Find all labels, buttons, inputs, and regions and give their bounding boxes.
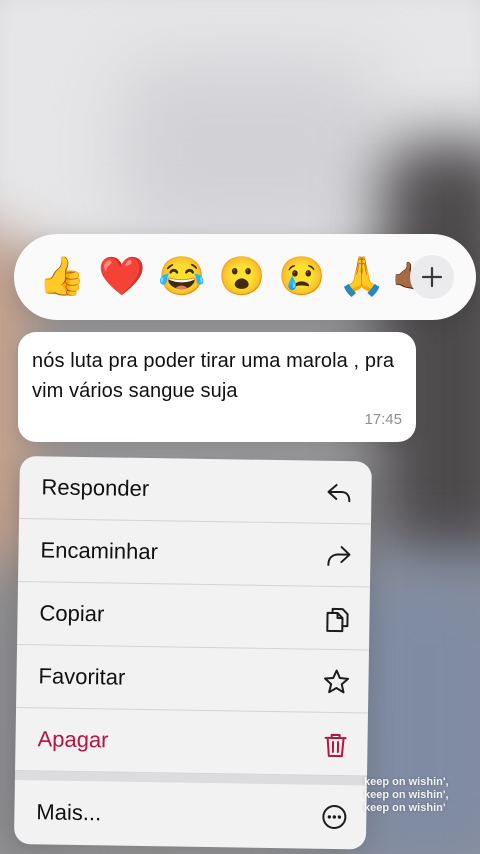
message-time: 17:45 <box>364 411 402 428</box>
menu-item-copy-label: Copiar <box>39 600 105 627</box>
watermark-line: keep on wishin' <box>364 802 446 814</box>
menu-item-favorite[interactable]: Favoritar <box>16 644 369 714</box>
menu-item-more-label: Mais... <box>36 799 102 826</box>
menu-item-delete-label: Apagar <box>37 726 109 753</box>
message-text: nós luta pra poder tirar uma marola , pr… <box>32 350 395 402</box>
menu-item-copy[interactable]: Copiar <box>17 581 370 651</box>
forward-icon <box>327 546 351 566</box>
heart-reaction[interactable]: ❤️ <box>92 247 152 307</box>
menu-item-forward-label: Encaminhar <box>40 537 159 565</box>
pray-reaction[interactable]: 🙏 <box>332 247 392 307</box>
menu-item-delete[interactable]: Apagar <box>15 707 368 777</box>
surprised-reaction[interactable]: 😮 <box>212 247 272 307</box>
more-icon <box>322 804 347 829</box>
menu-item-favorite-label: Favoritar <box>38 663 126 690</box>
watermark-text: keep on wishin', keep on wishin', keep o… <box>364 776 449 815</box>
more-reactions-button[interactable] <box>410 255 454 299</box>
message-context-menu: Responder Encaminhar Copiar Favoritar Ap… <box>13 456 372 850</box>
menu-item-reply-label: Responder <box>41 474 150 502</box>
menu-item-forward[interactable]: Encaminhar <box>18 518 371 588</box>
laughing-reaction[interactable]: 😂 <box>152 247 212 307</box>
crying-reaction[interactable]: 😢 <box>272 247 332 307</box>
reaction-bar: 👍 ❤️ 😂 😮 😢 🙏 🤙🏾 <box>14 234 476 320</box>
plus-icon <box>421 266 443 288</box>
thumbs-up-reaction[interactable]: 👍 <box>32 247 92 307</box>
message-bubble[interactable]: nós luta pra poder tirar uma marola , pr… <box>18 332 416 442</box>
watermark-line: keep on wishin', <box>364 789 449 801</box>
star-icon <box>324 669 350 694</box>
menu-item-more[interactable]: Mais... <box>14 780 367 850</box>
watermark-line: keep on wishin', <box>364 776 449 788</box>
background-blur-center <box>120 60 380 240</box>
trash-icon <box>324 733 347 758</box>
menu-item-reply[interactable]: Responder <box>19 456 372 525</box>
copy-icon <box>326 607 349 633</box>
reply-icon <box>327 483 351 503</box>
